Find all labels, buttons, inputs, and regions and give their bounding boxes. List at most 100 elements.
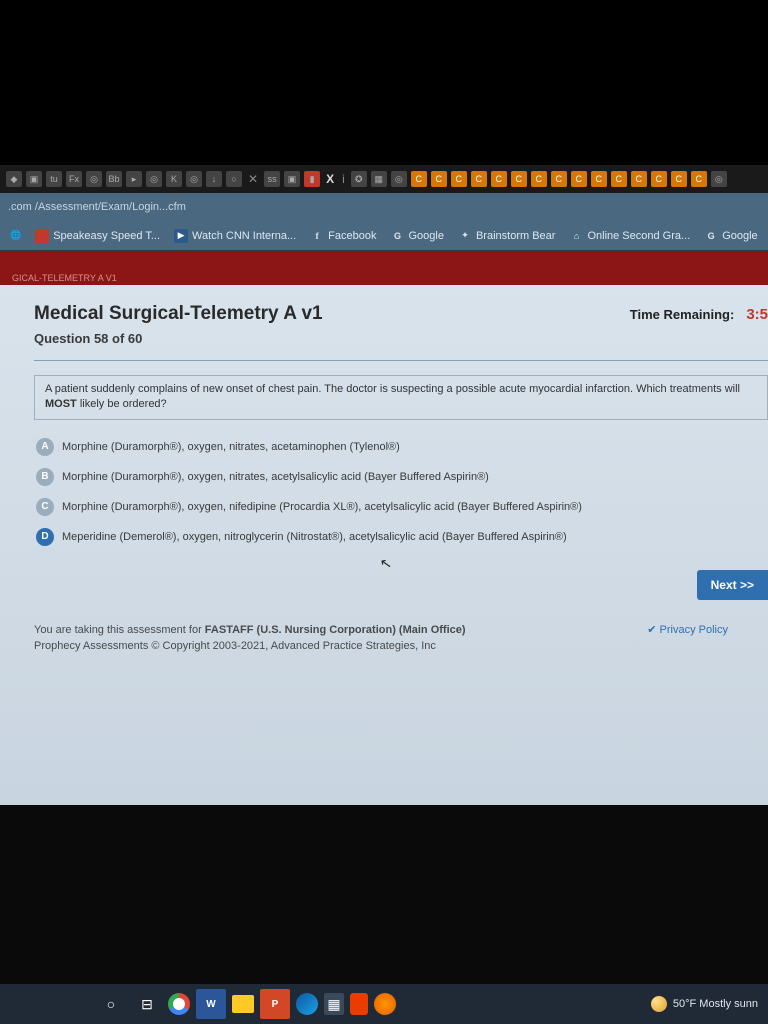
facebook-icon: f xyxy=(310,229,324,243)
answer-badge: D xyxy=(36,528,54,546)
tab-icon[interactable]: ▸ xyxy=(126,171,142,187)
bookmark-label: Facebook xyxy=(328,230,376,242)
tab-icon[interactable]: C xyxy=(531,171,547,187)
next-button[interactable]: Next >> xyxy=(697,570,768,600)
tab-icon[interactable]: Fx xyxy=(66,171,82,187)
google-icon: G xyxy=(390,229,404,243)
tab-icon[interactable]: C xyxy=(451,171,467,187)
tab-icon[interactable]: Bb xyxy=(106,171,122,187)
tab-icon[interactable]: ○ xyxy=(226,171,242,187)
tab-icon[interactable]: C xyxy=(471,171,487,187)
breadcrumb: GICAL-TELEMETRY A V1 xyxy=(12,273,117,283)
tab-icon[interactable]: ↓ xyxy=(206,171,222,187)
question-suffix: likely be ordered? xyxy=(77,398,167,410)
bookmark-label: Speakeasy Speed T... xyxy=(53,230,160,242)
bookmark-icon: ✦ xyxy=(458,229,472,243)
tab-icon[interactable]: ▣ xyxy=(26,171,42,187)
bookmark-item[interactable]: G Google xyxy=(390,229,443,243)
cortana-icon[interactable]: ○ xyxy=(96,989,126,1019)
answer-option-a[interactable]: A Morphine (Duramorph®), oxygen, nitrate… xyxy=(34,432,768,462)
site-header: GICAL-TELEMETRY A V1 xyxy=(0,251,768,285)
timer-value: 3:5 xyxy=(746,306,768,323)
tab-icon[interactable]: C xyxy=(491,171,507,187)
tab-icon[interactable]: C xyxy=(511,171,527,187)
answer-text: Morphine (Duramorph®), oxygen, nifedipin… xyxy=(62,501,582,513)
tab-icon[interactable]: ss xyxy=(264,171,280,187)
bookmark-label: Watch CNN Interna... xyxy=(192,230,296,242)
tab-icon[interactable]: K xyxy=(166,171,182,187)
footer-text: You are taking this assessment for xyxy=(34,624,205,636)
bookmark-icon: ⌂ xyxy=(569,229,583,243)
tab-icon[interactable]: C xyxy=(571,171,587,187)
bookmarks-bar: 🌐 Speakeasy Speed T... ▶ Watch CNN Inter… xyxy=(0,221,768,251)
tab-icon[interactable]: ▣ xyxy=(284,171,300,187)
tab-text: X xyxy=(324,172,336,186)
tab-icon[interactable]: C xyxy=(691,171,707,187)
answer-badge: C xyxy=(36,498,54,516)
tab-icon[interactable]: ◎ xyxy=(186,171,202,187)
tab-icon[interactable]: ◎ xyxy=(711,171,727,187)
answer-text: Morphine (Duramorph®), oxygen, nitrates,… xyxy=(62,441,400,453)
firefox-icon[interactable] xyxy=(374,993,396,1015)
browser-tab-strip: ◆ ▣ tu Fx ◎ Bb ▸ ◎ K ◎ ↓ ○ ✕ ss ▣ ▮ X i … xyxy=(0,165,768,193)
tab-icon[interactable]: ◎ xyxy=(146,171,162,187)
bookmark-item[interactable]: ⌂ Online Second Gra... xyxy=(569,229,690,243)
secure-icon: 🌐 xyxy=(10,229,21,243)
tab-icon[interactable]: C xyxy=(631,171,647,187)
tab-icon[interactable]: ▦ xyxy=(371,171,387,187)
answer-badge: B xyxy=(36,468,54,486)
tab-icon[interactable]: C xyxy=(671,171,687,187)
tab-icon[interactable]: tu xyxy=(46,171,62,187)
copyright: Prophecy Assessments © Copyright 2003-20… xyxy=(34,640,436,652)
divider xyxy=(34,360,768,361)
weather-icon xyxy=(651,996,667,1012)
edge-icon[interactable] xyxy=(296,993,318,1015)
bookmark-item[interactable]: Speakeasy Speed T... xyxy=(35,229,160,243)
answer-badge: A xyxy=(36,438,54,456)
bookmark-label: Google xyxy=(722,230,757,242)
tab-icon[interactable]: C xyxy=(611,171,627,187)
answer-option-b[interactable]: B Morphine (Duramorph®), oxygen, nitrate… xyxy=(34,462,768,492)
tab-icon[interactable]: ▮ xyxy=(304,171,320,187)
weather-widget[interactable]: 50°F Mostly sunn xyxy=(651,996,758,1012)
tab-icon[interactable]: C xyxy=(551,171,567,187)
tab-icon[interactable]: ◎ xyxy=(86,171,102,187)
chrome-icon[interactable] xyxy=(168,993,190,1015)
mouse-cursor-icon: ↖ xyxy=(379,554,394,573)
tab-icon[interactable]: C xyxy=(591,171,607,187)
privacy-link[interactable]: Privacy Policy xyxy=(647,622,728,639)
timer-label: Time Remaining: xyxy=(630,307,735,322)
word-icon[interactable]: W xyxy=(196,989,226,1019)
answer-option-d[interactable]: D Meperidine (Demerol®), oxygen, nitrogl… xyxy=(34,522,768,552)
tab-icon[interactable]: C xyxy=(431,171,447,187)
file-explorer-icon[interactable] xyxy=(232,995,254,1013)
bookmark-item[interactable]: ▶ Watch CNN Interna... xyxy=(174,229,296,243)
office-icon[interactable] xyxy=(350,993,368,1015)
task-view-icon[interactable]: ⊟ xyxy=(132,989,162,1019)
weather-text: 50°F Mostly sunn xyxy=(673,998,758,1010)
question-text: A patient suddenly complains of new onse… xyxy=(34,375,768,420)
address-bar[interactable]: .com /Assessment/Exam/Login...cfm xyxy=(0,193,768,221)
bookmark-label: Brainstorm Bear xyxy=(476,230,555,242)
tab-icon[interactable]: ◆ xyxy=(6,171,22,187)
answer-text: Morphine (Duramorph®), oxygen, nitrates,… xyxy=(62,471,489,483)
answer-list: A Morphine (Duramorph®), oxygen, nitrate… xyxy=(34,432,768,552)
bookmark-icon: ▶ xyxy=(174,229,188,243)
tab-close-icon[interactable]: ✕ xyxy=(246,172,260,186)
question-prefix: A patient suddenly complains of new onse… xyxy=(45,383,740,395)
calculator-icon[interactable]: ▦ xyxy=(324,993,344,1015)
bookmark-item[interactable]: f Facebook xyxy=(310,229,376,243)
question-number: Question 58 of 60 xyxy=(34,331,323,346)
bookmark-item[interactable]: G Google xyxy=(704,229,757,243)
url-text: .com /Assessment/Exam/Login...cfm xyxy=(8,201,186,213)
black-region-top xyxy=(0,0,768,165)
answer-option-c[interactable]: C Morphine (Duramorph®), oxygen, nifedip… xyxy=(34,492,768,522)
tab-icon[interactable]: ◎ xyxy=(391,171,407,187)
tab-icon[interactable]: ✪ xyxy=(351,171,367,187)
bookmark-item[interactable]: ✦ Brainstorm Bear xyxy=(458,229,555,243)
bookmark-icon xyxy=(35,229,49,243)
tab-icon[interactable]: C xyxy=(651,171,667,187)
answer-text: Meperidine (Demerol®), oxygen, nitroglyc… xyxy=(62,531,567,543)
tab-icon[interactable]: C xyxy=(411,171,427,187)
powerpoint-icon[interactable]: P xyxy=(260,989,290,1019)
